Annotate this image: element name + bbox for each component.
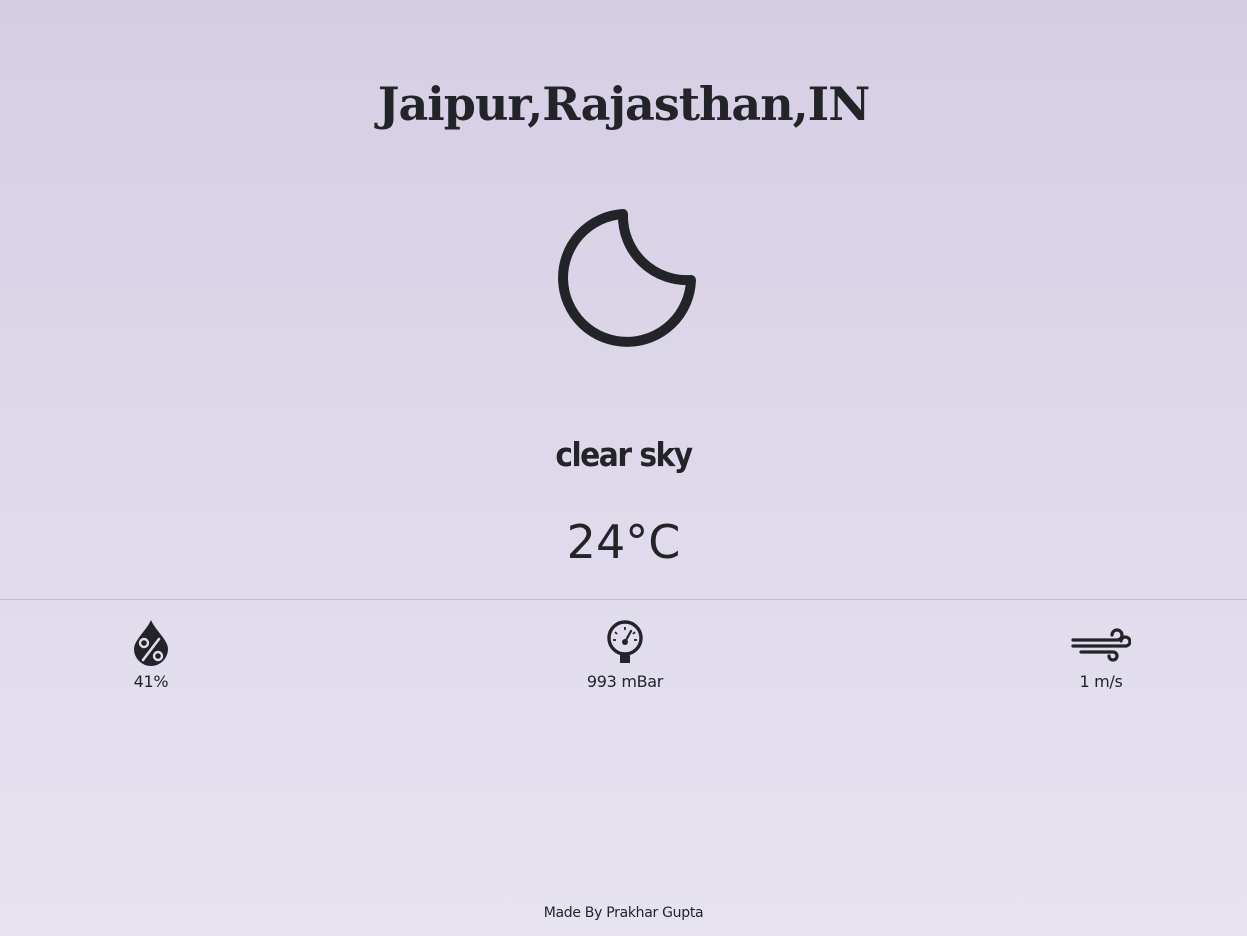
- pressure-stat: 993 mBar: [545, 618, 705, 692]
- pressure-value: 993 mBar: [586, 672, 664, 691]
- location-title: Jaipur,Rajasthan,IN: [377, 77, 871, 131]
- wind-value: 1 m/s: [1079, 672, 1123, 691]
- footer-credit: Made By Prakhar Gupta: [543, 905, 704, 921]
- humidity-stat: 41%: [71, 618, 231, 692]
- divider: [0, 599, 1247, 600]
- wind-stat: 1 m/s: [1021, 618, 1181, 692]
- moon-icon: [553, 208, 697, 352]
- wind-icon: [1071, 628, 1131, 662]
- temperature-value: 24°C: [566, 515, 681, 569]
- weather-description: clear sky: [555, 435, 693, 474]
- humidity-drop-icon: [134, 620, 168, 666]
- pressure-gauge-icon: [607, 620, 643, 663]
- humidity-value: 41%: [133, 672, 169, 691]
